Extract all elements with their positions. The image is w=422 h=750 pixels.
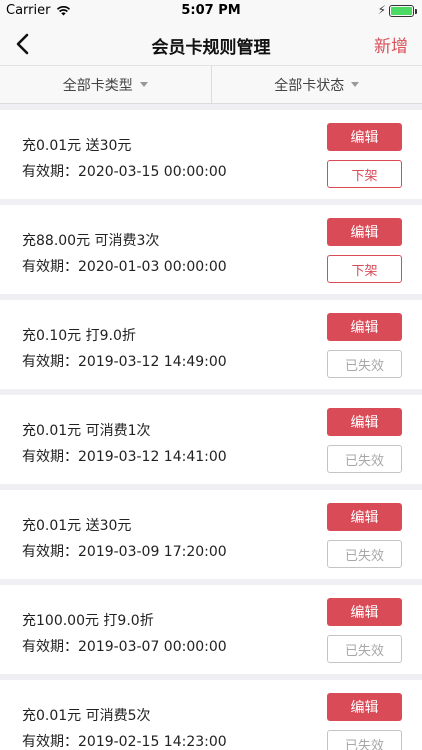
battery-icon (389, 5, 417, 17)
list-item: 充0.01元 送30元 有效期：2019-03-09 17:20:00 编辑 已… (0, 490, 422, 579)
list-item: 充0.01元 送30元 有效期：2020-03-15 00:00:00 编辑 下… (0, 110, 422, 199)
validity-text: 有效期：2019-03-09 17:20:00 (22, 544, 227, 560)
list-item: 充100.00元 打9.0折 有效期：2019-03-07 00:00:00 编… (0, 585, 422, 674)
list-item: 充88.00元 可消费3次 有效期：2020-01-03 00:00:00 编辑… (0, 205, 422, 294)
page-title: 会员卡规则管理 (151, 38, 271, 58)
edit-button[interactable]: 编辑 (327, 408, 402, 436)
add-button[interactable]: 新增 (374, 32, 408, 57)
edit-button[interactable]: 编辑 (327, 503, 402, 531)
card-status-filter-label: 全部卡状态 (274, 77, 345, 94)
rule-text: 充0.01元 送30元 (22, 138, 132, 154)
validity-text: 有效期：2019-03-12 14:41:00 (22, 449, 227, 465)
edit-button[interactable]: 编辑 (327, 313, 402, 341)
validity-text: 有效期：2020-03-15 00:00:00 (22, 164, 227, 180)
expired-badge: 已失效 (327, 730, 402, 750)
expired-badge: 已失效 (327, 350, 402, 378)
charging-icon: ⚡ (377, 3, 386, 17)
navigation-bar: 会员卡规则管理 新增 (0, 22, 422, 66)
list-item: 充0.01元 可消费5次 有效期：2019-02-15 14:23:00 编辑 … (0, 680, 422, 750)
caret-down-icon (351, 82, 360, 87)
validity-text: 有效期：2019-03-07 00:00:00 (22, 639, 227, 655)
edit-button[interactable]: 编辑 (327, 693, 402, 721)
expired-badge: 已失效 (327, 635, 402, 663)
rule-text: 充0.01元 可消费5次 (22, 708, 151, 724)
card-status-filter[interactable]: 全部卡状态 (210, 66, 422, 103)
edit-button[interactable]: 编辑 (327, 218, 402, 246)
list-item: 充0.10元 打9.0折 有效期：2019-03-12 14:49:00 编辑 … (0, 300, 422, 389)
rule-text: 充0.01元 可消费1次 (22, 423, 151, 439)
status-bar: Carrier 5:07 PM ⚡ (0, 0, 422, 22)
filter-bar: 全部卡类型 全部卡状态 (0, 66, 422, 104)
card-rule-list: 充0.01元 送30元 有效期：2020-03-15 00:00:00 编辑 下… (0, 104, 422, 750)
validity-text: 有效期：2019-02-15 14:23:00 (22, 734, 227, 750)
edit-button[interactable]: 编辑 (327, 598, 402, 626)
validity-text: 有效期：2020-01-03 00:00:00 (22, 259, 227, 275)
list-item: 充0.01元 可消费1次 有效期：2019-03-12 14:41:00 编辑 … (0, 395, 422, 484)
rule-text: 充88.00元 可消费3次 (22, 233, 160, 249)
take-down-button[interactable]: 下架 (327, 160, 402, 188)
rule-text: 充0.01元 送30元 (22, 518, 132, 534)
rule-text: 充100.00元 打9.0折 (22, 613, 154, 629)
card-type-filter[interactable]: 全部卡类型 (0, 66, 211, 103)
expired-badge: 已失效 (327, 540, 402, 568)
rule-text: 充0.10元 打9.0折 (22, 328, 136, 344)
caret-down-icon (139, 82, 148, 87)
edit-button[interactable]: 编辑 (327, 123, 402, 151)
clock: 5:07 PM (181, 3, 241, 18)
take-down-button[interactable]: 下架 (327, 255, 402, 283)
validity-text: 有效期：2019-03-12 14:49:00 (22, 354, 227, 370)
card-type-filter-label: 全部卡类型 (62, 77, 133, 94)
expired-badge: 已失效 (327, 445, 402, 473)
